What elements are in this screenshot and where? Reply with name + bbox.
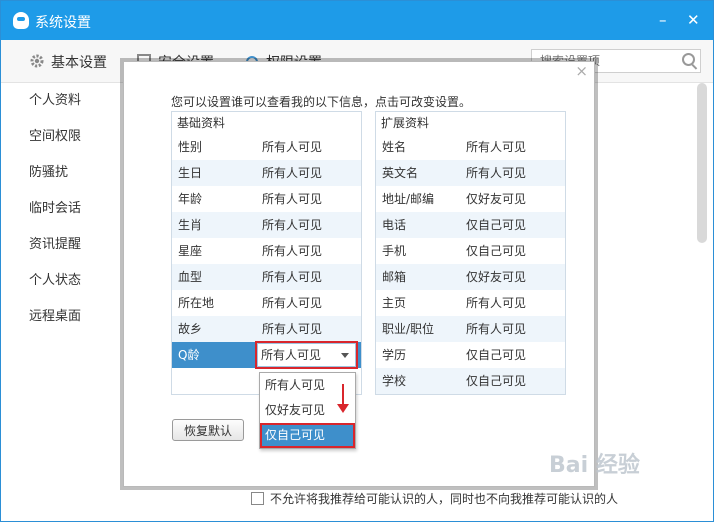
row-value: 所有人可见 <box>466 140 527 154</box>
table-row-selected[interactable]: Q龄 所有人可见 <box>172 341 361 369</box>
table-row[interactable]: 邮箱 仅好友可见 <box>376 264 565 290</box>
row-key: 所在地 <box>178 296 215 310</box>
table-row[interactable]: 姓名 所有人可见 <box>376 134 565 160</box>
extended-info-panel: 扩展资料 姓名 所有人可见 英文名 所有人可见 地址/邮编 仅好友可见 电话 仅自己可见… <box>375 111 566 395</box>
row-value: 仅好友可见 <box>466 270 527 284</box>
gear-icon <box>30 54 44 68</box>
table-row[interactable]: 职业/职位 所有人可见 <box>376 316 565 342</box>
row-key: 职业/职位 <box>382 322 435 336</box>
sidebar-item-temp-chat[interactable]: 临时会话 <box>1 191 121 227</box>
row-value: 所有人可见 <box>262 192 323 206</box>
dialog-intro-text: 您可以设置谁可以查看我的以下信息，点击可改变设置。 <box>171 95 472 109</box>
title-bar: 系统设置 – ✕ <box>1 1 713 40</box>
table-row[interactable]: 英文名 所有人可见 <box>376 160 565 186</box>
table-row[interactable]: 血型 所有人可见 <box>172 264 361 290</box>
row-value: 所有人可见 <box>262 166 323 180</box>
table-row[interactable]: 学历 仅自己可见 <box>376 342 565 368</box>
row-key: 学历 <box>382 348 407 362</box>
row-value: 所有人可见 <box>262 218 323 232</box>
row-key: 血型 <box>178 270 203 284</box>
close-window-button[interactable]: ✕ <box>687 11 700 29</box>
row-key: 姓名 <box>382 140 407 154</box>
dropdown-option-everyone[interactable]: 所有人可见 <box>260 373 355 398</box>
table-row[interactable]: 性别 所有人可见 <box>172 134 361 160</box>
row-key: 星座 <box>178 244 203 258</box>
tab-basic-settings[interactable]: 基本设置 <box>29 52 107 72</box>
table-row[interactable]: 故乡 所有人可见 <box>172 316 361 342</box>
scrollbar[interactable] <box>697 83 707 243</box>
row-key: 主页 <box>382 296 407 310</box>
row-value: 所有人可见 <box>466 166 527 180</box>
annotation-arrow-icon <box>337 384 349 413</box>
table-row[interactable]: 生日 所有人可见 <box>172 160 361 186</box>
window-title: 系统设置 <box>35 15 91 31</box>
row-key: 生日 <box>178 166 203 180</box>
qq-penguin-icon <box>13 12 29 29</box>
row-key: 手机 <box>382 244 407 258</box>
table-row[interactable]: 星座 所有人可见 <box>172 238 361 264</box>
row-value: 所有人可见 <box>262 270 323 284</box>
row-key: 学校 <box>382 374 407 388</box>
row-value: 所有人可见 <box>466 322 527 336</box>
row-key: 故乡 <box>178 322 203 336</box>
row-value: 仅自己可见 <box>466 348 527 362</box>
extended-info-header: 扩展资料 <box>381 116 430 130</box>
row-value: 所有人可见 <box>466 296 527 310</box>
extended-info-rows: 姓名 所有人可见 英文名 所有人可见 地址/邮编 仅好友可见 电话 仅自己可见 手机 仅自… <box>376 134 565 394</box>
table-row[interactable]: 手机 仅自己可见 <box>376 238 565 264</box>
row-value: 所有人可见 <box>262 140 323 154</box>
basic-info-panel: 基础资料 性别 所有人可见 生日 所有人可见 年龄 所有人可见 生肖 所有人可见 星座所… <box>171 111 362 395</box>
basic-info-rows: 性别 所有人可见 生日 所有人可见 年龄 所有人可见 生肖 所有人可见 星座 所有人可见 … <box>172 134 361 369</box>
row-key: 生肖 <box>178 218 203 232</box>
row-value: 仅好友可见 <box>466 192 527 206</box>
row-key: 地址/邮编 <box>382 192 435 206</box>
row-value: 仅自己可见 <box>466 244 527 258</box>
tab-basic-label: 基本设置 <box>51 55 107 71</box>
row-key: 性别 <box>178 140 203 154</box>
sidebar-item-space-permission[interactable]: 空间权限 <box>1 119 121 155</box>
search-icon[interactable] <box>682 53 695 66</box>
basic-info-header: 基础资料 <box>177 116 226 130</box>
table-row[interactable]: 地址/邮编 仅好友可见 <box>376 186 565 212</box>
table-row[interactable]: 生肖 所有人可见 <box>172 212 361 238</box>
baidu-jingyan-watermark: Bai 经验 <box>549 453 640 478</box>
row-value: 所有人可见 <box>262 296 323 310</box>
table-row[interactable]: 主页 所有人可见 <box>376 290 565 316</box>
row-key: 英文名 <box>382 166 419 180</box>
row-value: 所有人可见 <box>262 244 323 258</box>
settings-window: 系统设置 – ✕ 基本设置 安全设置 权限设置 个人资料 空间权限 防骚扰 临时… <box>0 0 714 522</box>
table-row[interactable]: 电话 仅自己可见 <box>376 212 565 238</box>
sidebar-item-news-alert[interactable]: 资讯提醒 <box>1 227 121 263</box>
row-key: Q龄 <box>178 348 200 362</box>
recommend-checkbox[interactable] <box>251 492 264 505</box>
restore-default-button[interactable]: 恢复默认 <box>172 419 244 441</box>
chevron-down-icon[interactable] <box>341 353 349 358</box>
table-row[interactable]: 年龄 所有人可见 <box>172 186 361 212</box>
permission-dialog: × 您可以设置谁可以查看我的以下信息，点击可改变设置。 基础资料 性别 所有人可见… <box>123 61 595 487</box>
table-row[interactable]: 所在地 所有人可见 <box>172 290 361 316</box>
dropdown-option-self[interactable]: 仅自己可见 <box>260 423 355 448</box>
row-value: 仅自己可见 <box>466 374 527 388</box>
visibility-dropdown[interactable]: 所有人可见 <box>255 341 358 369</box>
dropdown-value: 所有人可见 <box>261 348 322 362</box>
sidebar-item-personal-status[interactable]: 个人状态 <box>1 263 121 299</box>
sidebar-item-remote-desktop[interactable]: 远程桌面 <box>1 299 121 335</box>
row-key: 电话 <box>382 218 407 232</box>
minimize-button[interactable]: – <box>659 11 667 29</box>
row-key: 年龄 <box>178 192 203 206</box>
sidebar: 个人资料 空间权限 防骚扰 临时会话 资讯提醒 个人状态 远程桌面 <box>1 83 121 335</box>
table-row[interactable]: 学校 仅自己可见 <box>376 368 565 394</box>
row-key: 邮箱 <box>382 270 407 284</box>
sidebar-item-anti-harassment[interactable]: 防骚扰 <box>1 155 121 191</box>
row-value: 所有人可见 <box>262 322 323 336</box>
row-value: 仅自己可见 <box>466 218 527 232</box>
dialog-close-button[interactable]: × <box>575 62 588 80</box>
sidebar-item-personal-info[interactable]: 个人资料 <box>1 83 121 119</box>
